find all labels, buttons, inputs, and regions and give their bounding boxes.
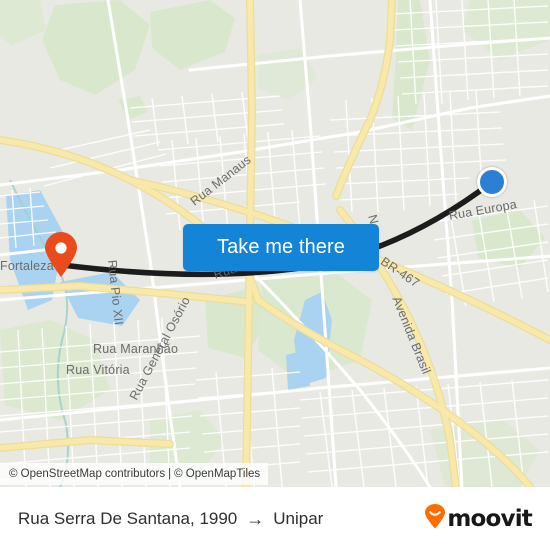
trip-summary: Rua Serra De Santana, 1990 → Unipar: [18, 509, 323, 529]
take-me-there-button[interactable]: Take me there: [183, 224, 379, 271]
attribution-osm[interactable]: © OpenStreetMap contributors: [9, 468, 165, 480]
take-me-there-label: Take me there: [216, 236, 346, 258]
attribution-maptiles[interactable]: © OpenMapTiles: [174, 468, 260, 480]
attribution-separator: |: [168, 468, 172, 480]
moovit-route-card: Rua Manaus Fortaleza Rua Pio XII Rua Mar…: [0, 0, 550, 550]
map-canvas[interactable]: Rua Manaus Fortaleza Rua Pio XII Rua Mar…: [0, 0, 550, 487]
destination-dot[interactable]: [477, 167, 507, 197]
moovit-wordmark: moovit: [447, 505, 532, 532]
trip-destination: Unipar: [273, 508, 324, 528]
origin-pin[interactable]: [44, 232, 78, 278]
arrow-right-icon: →: [246, 508, 265, 529]
footer-bar: Rua Serra De Santana, 1990 → Unipar moov…: [0, 487, 550, 550]
moovit-logo: moovit: [424, 503, 533, 534]
moovit-pin-icon: [424, 503, 446, 534]
map-attribution: © OpenStreetMap contributors | © OpenMap…: [0, 463, 269, 485]
trip-origin: Rua Serra De Santana, 1990: [18, 508, 238, 528]
